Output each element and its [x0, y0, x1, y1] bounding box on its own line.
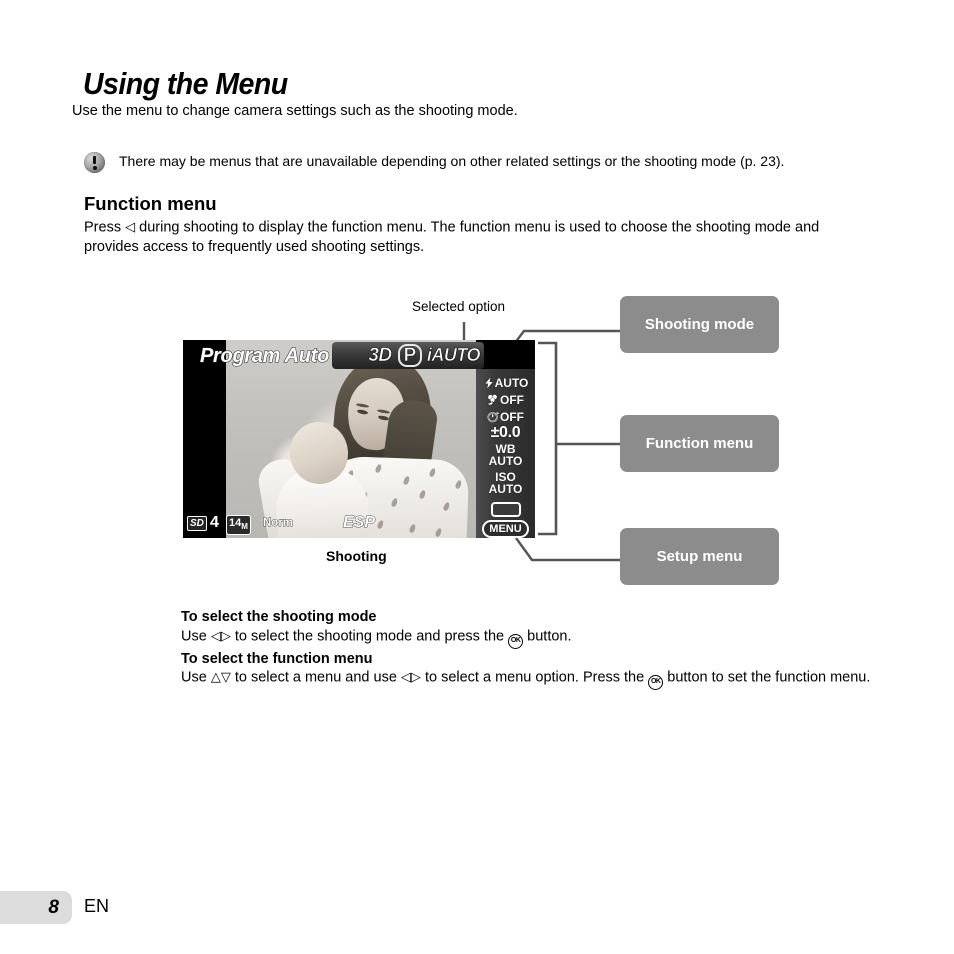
status-image-size: 14M: [226, 515, 251, 536]
instruction-heading-function-menu: To select the function menu: [181, 651, 373, 667]
exclamation-circle-icon: [84, 152, 105, 173]
function-menu-value-macro: OFF: [500, 393, 525, 407]
up-down-arrow-glyph-icon: △▽: [210, 670, 231, 685]
instruction-pre: Use: [181, 628, 207, 645]
camera-lcd-screen: Program Auto 3D P iAUTO AUTO OFF OFF ±0.…: [183, 340, 535, 538]
section-heading-function-menu: Function menu: [84, 193, 217, 214]
left-right-arrow-glyph-icon: ◁▷: [210, 629, 231, 644]
lcd-shooting-mode-name: Program Auto: [199, 344, 329, 367]
function-menu-item-flash[interactable]: AUTO: [483, 377, 529, 389]
instruction-pre: Use: [181, 669, 207, 686]
instruction-post: button.: [527, 628, 572, 645]
instruction-post: button to set the function menu.: [667, 669, 871, 686]
function-menu-item-exposure-comp[interactable]: ±0.0: [490, 424, 521, 441]
drive-mode-icon[interactable]: [490, 502, 521, 517]
note-text: There may be menus that are unavailable …: [119, 153, 785, 169]
mode-chip-3d[interactable]: 3D: [368, 344, 392, 367]
menu-button-icon[interactable]: MENU: [482, 520, 529, 538]
footer-language: EN: [84, 896, 110, 916]
function-menu-item-macro[interactable]: OFF: [487, 394, 524, 406]
lcd-status-bar: SD 4 14M Norm ESP: [183, 514, 476, 536]
intro-paragraph: Use the menu to change camera settings s…: [72, 103, 518, 119]
section-body-pre: Press: [84, 219, 122, 236]
function-menu-value-wb: AUTO: [488, 453, 523, 468]
selected-option-label: Selected option: [412, 299, 506, 314]
ok-button-icon: OK: [648, 674, 664, 690]
function-menu-value-selftimer: OFF: [500, 410, 525, 424]
flash-icon: [484, 377, 494, 389]
macro-flower-icon: [487, 394, 498, 406]
shooting-caption: Shooting: [326, 548, 387, 564]
instruction-mid: to select the shooting mode and press th…: [234, 628, 505, 645]
lcd-mode-selector-bar: 3D P iAUTO: [332, 342, 484, 369]
page-number: 8: [48, 896, 59, 918]
instruction-mid: to select a menu and use: [234, 669, 397, 686]
status-card-icon: SD: [187, 516, 207, 531]
left-right-arrow-glyph-icon: ◁▷: [400, 670, 421, 685]
section-body-post: during shooting to display the function …: [84, 219, 820, 256]
mode-chip-iauto[interactable]: iAUTO: [427, 345, 481, 366]
section-body-function-menu: Press ◁ during shooting to display the f…: [84, 218, 874, 258]
function-menu-value-iso: AUTO: [488, 481, 523, 496]
callout-shooting-mode: Shooting mode: [620, 296, 779, 353]
function-menu-item-selftimer[interactable]: OFF: [487, 411, 524, 423]
instruction-body-function-menu: Use △▽ to select a menu and use ◁▷ to se…: [181, 668, 881, 690]
footer-page-number-box: 8: [0, 891, 72, 924]
callout-setup-menu: Setup menu: [620, 528, 779, 585]
live-view-photo: [226, 340, 476, 538]
function-menu-item-white-balance[interactable]: WB AUTO: [488, 443, 523, 468]
self-timer-icon: [487, 411, 500, 423]
status-image-size-unit: M: [241, 522, 248, 532]
lcd-function-menu-column: AUTO OFF OFF ±0.0 WB AUTO ISO AUTO MENU: [476, 369, 535, 538]
left-arrow-glyph-icon: ◁: [125, 220, 136, 235]
callout-function-menu: Function menu: [620, 415, 779, 472]
status-compression: Norm: [263, 517, 294, 530]
status-shots-remaining: 4: [210, 514, 220, 532]
ok-button-icon: OK: [508, 633, 524, 649]
note-callout: There may be menus that are unavailable …: [84, 151, 784, 173]
page-title: Using the Menu: [83, 66, 288, 101]
instruction-mid2: to select a menu option. Press the: [424, 669, 645, 686]
instruction-heading-shooting-mode: To select the shooting mode: [181, 609, 377, 625]
function-menu-value-flash: AUTO: [494, 376, 529, 390]
status-metering: ESP: [343, 514, 376, 532]
status-image-size-value: 14: [229, 517, 242, 529]
mode-chip-p-selected[interactable]: P: [397, 344, 422, 367]
instruction-body-shooting-mode: Use ◁▷ to select the shooting mode and p…: [181, 627, 881, 649]
function-menu-item-iso[interactable]: ISO AUTO: [488, 471, 523, 496]
